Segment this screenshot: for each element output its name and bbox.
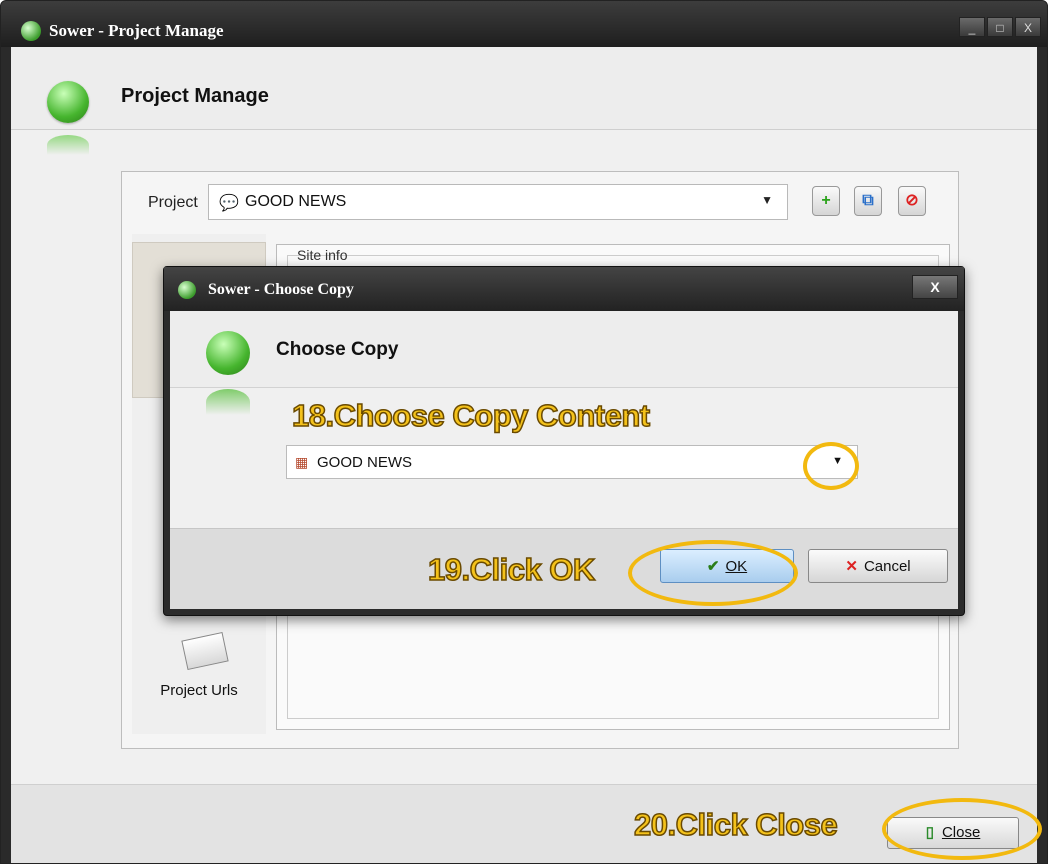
copy-content-value: GOOD NEWS [317, 454, 413, 471]
speech-bubble-icon: 💬 [219, 195, 239, 212]
project-select-value: GOOD NEWS [245, 193, 347, 210]
add-project-button[interactable]: + [812, 186, 840, 216]
cancel-button[interactable]: ✕ Cancel [808, 549, 948, 583]
copy-project-button[interactable]: ⧉ [854, 186, 882, 216]
main-header: Project Manage [11, 47, 1037, 155]
main-titlebar[interactable]: Sower - Project Manage _ □ X [1, 1, 1047, 47]
project-select[interactable]: 💬 GOOD NEWS ▼ [208, 184, 788, 220]
chevron-down-icon[interactable]: ▼ [761, 193, 773, 207]
dialog-header: Choose Copy [170, 311, 958, 415]
site-info-legend: Site info [297, 247, 348, 263]
annotation-step-20: 20.Click Close [633, 806, 838, 843]
delete-project-button[interactable]: ⊘ [898, 186, 926, 216]
annotation-ring-close [882, 798, 1042, 860]
project-label: Project [148, 194, 198, 211]
annotation-step-18: 18.Choose Copy Content [291, 397, 651, 434]
minimize-button[interactable]: _ [959, 17, 985, 37]
page-title: Project Manage [121, 85, 269, 107]
delete-icon: ⊘ [905, 192, 919, 209]
app-logo-icon [21, 21, 41, 41]
cancel-button-label: Cancel [863, 558, 911, 575]
copy-content-select[interactable]: ▦ GOOD NEWS ▼ [286, 445, 858, 479]
dialog-close-button[interactable]: X [912, 275, 958, 299]
copy-icon: ⧉ [862, 192, 874, 209]
dialog-heading: Choose Copy [276, 339, 399, 360]
add-icon: + [821, 192, 831, 209]
app-logo-icon [178, 281, 196, 299]
project-manage-logo-icon [47, 81, 89, 123]
annotation-ring-ok [628, 540, 798, 606]
dialog-titlebar[interactable]: Sower - Choose Copy X [164, 267, 964, 311]
logo-reflection [206, 389, 250, 415]
copy-item-icon: ▦ [295, 454, 309, 470]
dialog-title: Sower - Choose Copy [208, 281, 354, 298]
envelope-icon [181, 631, 229, 671]
annotation-ring-dropdown [803, 442, 859, 490]
close-window-button[interactable]: X [1015, 17, 1041, 37]
maximize-button[interactable]: □ [987, 17, 1013, 37]
annotation-step-19: 19.Click OK [427, 551, 596, 588]
choose-copy-logo-icon [206, 331, 250, 375]
cancel-x-icon: ✕ [845, 558, 858, 575]
logo-reflection [47, 135, 89, 155]
window-controls: _ □ X [959, 17, 1041, 37]
sidebar-item-project-urls[interactable]: Project Urls [132, 682, 266, 699]
main-window-title: Sower - Project Manage [49, 21, 224, 40]
